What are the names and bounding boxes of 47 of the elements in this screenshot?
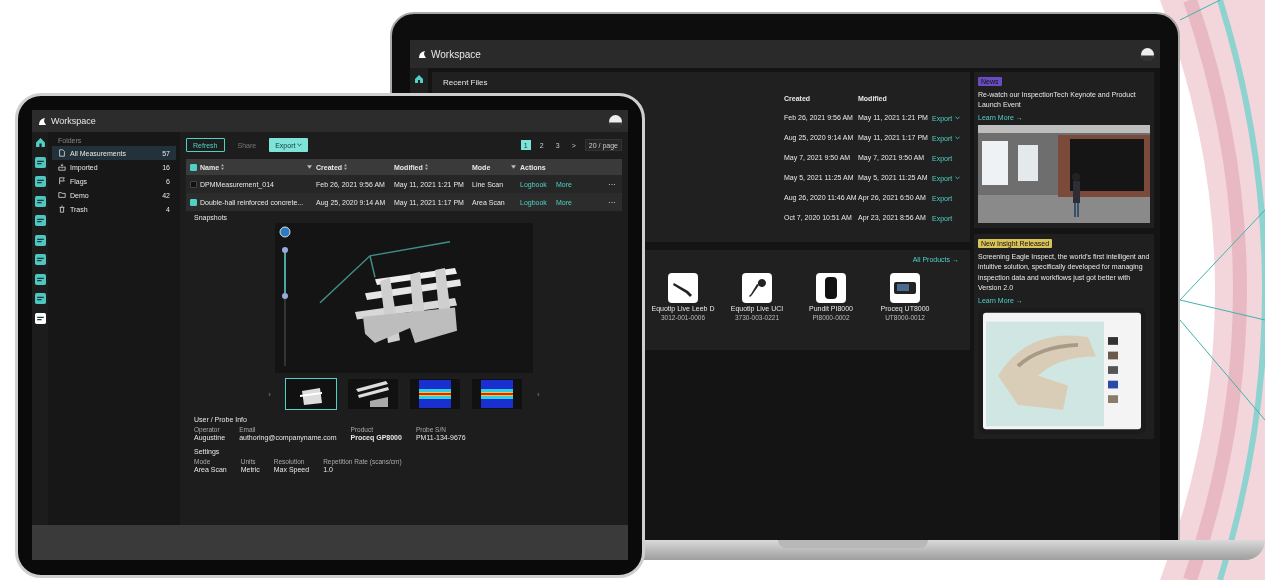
row-checkbox[interactable] (189, 198, 197, 206)
sort-icon[interactable] (344, 164, 348, 170)
inbox-icon (58, 163, 66, 171)
app-icon[interactable] (34, 195, 46, 207)
section-title: Recent Files (443, 78, 488, 87)
app-icon[interactable] (34, 234, 46, 246)
home-icon[interactable] (34, 137, 46, 148)
avatar-icon[interactable] (1141, 47, 1154, 61)
app-icon[interactable] (34, 273, 46, 285)
app-icon[interactable] (34, 215, 46, 226)
avatar-icon[interactable] (609, 114, 622, 128)
snapshot-thumbnail[interactable] (285, 378, 337, 410)
app-icon[interactable] (34, 176, 46, 187)
snapshot-thumbnail[interactable] (347, 378, 399, 410)
device-icon[interactable] (890, 273, 920, 303)
app-icon[interactable] (34, 312, 46, 324)
caret-icon[interactable] (955, 176, 961, 180)
logo-icon (418, 49, 427, 59)
app-icon[interactable] (34, 156, 46, 168)
cylinder-icon[interactable] (816, 273, 846, 303)
home-icon[interactable] (414, 74, 424, 84)
snapshot-thumbnail[interactable] (409, 378, 461, 410)
row-checkbox[interactable] (189, 180, 197, 188)
caret-icon[interactable] (955, 116, 961, 120)
previous-button[interactable]: ‹ (264, 389, 275, 399)
filter-icon[interactable] (511, 165, 516, 169)
caret-icon[interactable] (297, 143, 303, 147)
sort-icon[interactable] (221, 164, 225, 170)
more-menu-button[interactable]: ··· (608, 197, 616, 207)
window-title: Workspace (51, 116, 96, 126)
app-icon[interactable] (34, 254, 46, 265)
logo-icon (38, 116, 47, 126)
more-menu-button[interactable]: ··· (608, 179, 616, 189)
filter-icon[interactable] (307, 165, 312, 169)
trash-icon (58, 205, 66, 213)
snapshot-thumbnail[interactable] (471, 378, 523, 410)
file-icon (58, 149, 66, 157)
sort-icon[interactable] (424, 164, 428, 170)
probe-icon[interactable] (668, 273, 698, 303)
select-all-checkbox[interactable] (189, 163, 197, 171)
next-button[interactable]: › (533, 389, 544, 399)
probe-icon[interactable] (742, 273, 772, 303)
app-icon[interactable] (34, 293, 46, 304)
window-title: Workspace (431, 48, 481, 60)
folder-icon (58, 191, 66, 199)
flag-icon (58, 177, 66, 185)
caret-icon[interactable] (955, 136, 961, 140)
